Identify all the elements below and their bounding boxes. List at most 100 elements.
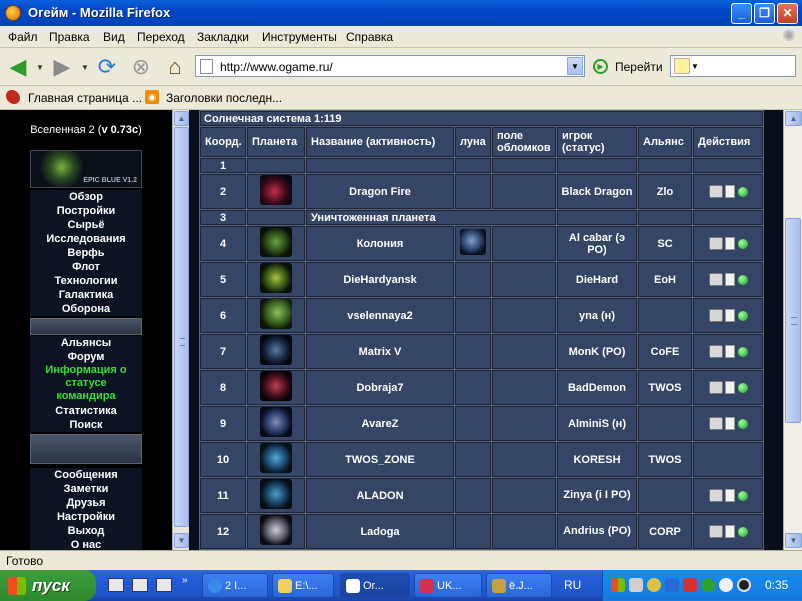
menu-go[interactable]: Переход	[137, 30, 185, 44]
update-icon[interactable]	[701, 578, 715, 592]
message-icon[interactable]	[724, 309, 735, 322]
planet-name[interactable]: ALADON	[306, 478, 454, 513]
planet-image[interactable]	[260, 263, 292, 293]
menu-fleet[interactable]: Флот	[30, 260, 142, 274]
taskbar-button-firefox[interactable]: Or...	[340, 573, 410, 598]
forward-dropdown-icon[interactable]: ▼	[81, 63, 89, 72]
player-name[interactable]: Al cabar (э РО)	[557, 226, 637, 261]
message-icon[interactable]	[724, 185, 735, 198]
planet-image[interactable]	[260, 299, 292, 329]
planet-name[interactable]: Dobraja7	[306, 370, 454, 405]
menu-tools[interactable]: Инструменты	[262, 30, 337, 44]
windows-tray-icon[interactable]	[611, 578, 625, 592]
left-scrollbar[interactable]: ▲ ▼	[172, 110, 189, 550]
alliance-name[interactable]: TWOS	[638, 442, 692, 477]
menu-resources[interactable]: Сырьё	[30, 218, 142, 232]
planet-image[interactable]	[260, 407, 292, 437]
buddy-icon[interactable]	[737, 526, 748, 537]
alliance-name[interactable]: EoH	[638, 262, 692, 297]
taskbar-button-explorer[interactable]: E:\...	[272, 573, 334, 598]
menu-technology[interactable]: Технологии	[30, 274, 142, 288]
menu-galaxy[interactable]: Галактика	[30, 288, 142, 302]
planet-name[interactable]: Matrix V	[306, 334, 454, 369]
menu-overview[interactable]: Обзор	[30, 190, 142, 204]
menu-view[interactable]: Вид	[103, 30, 125, 44]
player-name[interactable]: yna (н)	[557, 298, 637, 333]
planet-name[interactable]: vselennaya2	[306, 298, 454, 333]
quicklaunch-calculator-icon[interactable]	[132, 578, 148, 592]
menu-forum[interactable]: Форум	[30, 350, 142, 364]
menu-messages[interactable]: Сообщения	[30, 468, 142, 482]
planet-image[interactable]	[260, 371, 292, 401]
clock[interactable]: 0:35	[765, 578, 788, 592]
spy-icon[interactable]	[708, 489, 723, 502]
menu-about[interactable]: О нас	[30, 538, 142, 550]
home-icon[interactable]: ⌂	[161, 53, 189, 81]
message-icon[interactable]	[724, 525, 735, 538]
back-dropdown-icon[interactable]: ▼	[36, 63, 44, 72]
spy-icon[interactable]	[708, 237, 723, 250]
buddy-icon[interactable]	[737, 274, 748, 285]
scroll-up-icon[interactable]: ▲	[785, 111, 802, 126]
planet-image[interactable]	[260, 227, 292, 257]
volume-icon[interactable]	[719, 578, 733, 592]
forward-arrow-icon[interactable]: ▶	[48, 53, 76, 81]
network-icon[interactable]	[629, 578, 643, 592]
menu-shipyard[interactable]: Верфь	[30, 246, 142, 260]
player-name[interactable]: Andrius (PO)	[557, 514, 637, 549]
alliance-name[interactable]	[638, 406, 692, 441]
buddy-icon[interactable]	[737, 238, 748, 249]
planet-name[interactable]: Ladoga	[306, 514, 454, 549]
message-icon[interactable]	[724, 273, 735, 286]
url-text[interactable]: http://www.ogame.ru/	[220, 60, 333, 74]
spy-icon[interactable]	[708, 381, 723, 394]
player-name[interactable]: BadDemon	[557, 370, 637, 405]
moon-image[interactable]	[460, 229, 486, 255]
alliance-name[interactable]: CoFE	[638, 334, 692, 369]
quicklaunch-desktop-icon[interactable]	[108, 578, 124, 592]
right-scrollbar[interactable]: ▲ ▼	[783, 110, 802, 550]
player-name[interactable]: Black Dragon	[557, 174, 637, 209]
spy-icon[interactable]	[708, 525, 723, 538]
message-icon[interactable]	[724, 381, 735, 394]
planet-name[interactable]: AvareZ	[306, 406, 454, 441]
alliance-name[interactable]	[638, 478, 692, 513]
menu-friends[interactable]: Друзья	[30, 496, 142, 510]
buddy-icon[interactable]	[737, 490, 748, 501]
menu-research[interactable]: Исследования	[30, 232, 142, 246]
buddy-icon[interactable]	[737, 186, 748, 197]
message-icon[interactable]	[724, 417, 735, 430]
planet-image[interactable]	[260, 335, 292, 365]
minimize-button[interactable]: _	[731, 3, 752, 24]
close-button[interactable]: ✕	[777, 3, 798, 24]
menu-alliances[interactable]: Альянсы	[30, 336, 142, 350]
taskbar-button-ie[interactable]: 2 I...	[202, 573, 268, 598]
tray-app-icon[interactable]	[665, 578, 679, 592]
url-bar[interactable]: http://www.ogame.ru/ ▼	[195, 55, 585, 77]
reload-icon[interactable]: ⟳	[93, 53, 121, 81]
planet-name[interactable]: DieHardyansk	[306, 262, 454, 297]
alliance-name[interactable]: TWOS	[638, 370, 692, 405]
player-name[interactable]: AlminiS (н)	[557, 406, 637, 441]
alliance-name[interactable]: CORP	[638, 514, 692, 549]
scroll-down-icon[interactable]: ▼	[174, 533, 189, 548]
player-name[interactable]: DieHard	[557, 262, 637, 297]
search-box[interactable]: ▼	[670, 55, 796, 77]
alliance-name[interactable]: SC	[638, 226, 692, 261]
menu-edit[interactable]: Правка	[49, 30, 90, 44]
buddy-icon[interactable]	[737, 346, 748, 357]
taskbar-button-uk[interactable]: UK...	[414, 573, 482, 598]
menu-defense[interactable]: Оборона	[30, 302, 142, 316]
scroll-down-icon[interactable]: ▼	[785, 533, 802, 548]
scrollbar-thumb[interactable]	[785, 218, 801, 423]
planet-name[interactable]: Колония	[306, 226, 454, 261]
taskbar-button-app[interactable]: ё.J...	[486, 573, 552, 598]
menu-bookmarks[interactable]: Закладки	[197, 30, 249, 44]
menu-settings[interactable]: Настройки	[30, 510, 142, 524]
menu-search[interactable]: Поиск	[30, 418, 142, 432]
bookmark-home[interactable]: Главная страница ...	[28, 91, 142, 105]
player-name[interactable]: KORESH	[557, 442, 637, 477]
menu-statistics[interactable]: Статистика	[30, 404, 142, 418]
spy-icon[interactable]	[708, 185, 723, 198]
antivirus-icon[interactable]	[683, 578, 697, 592]
